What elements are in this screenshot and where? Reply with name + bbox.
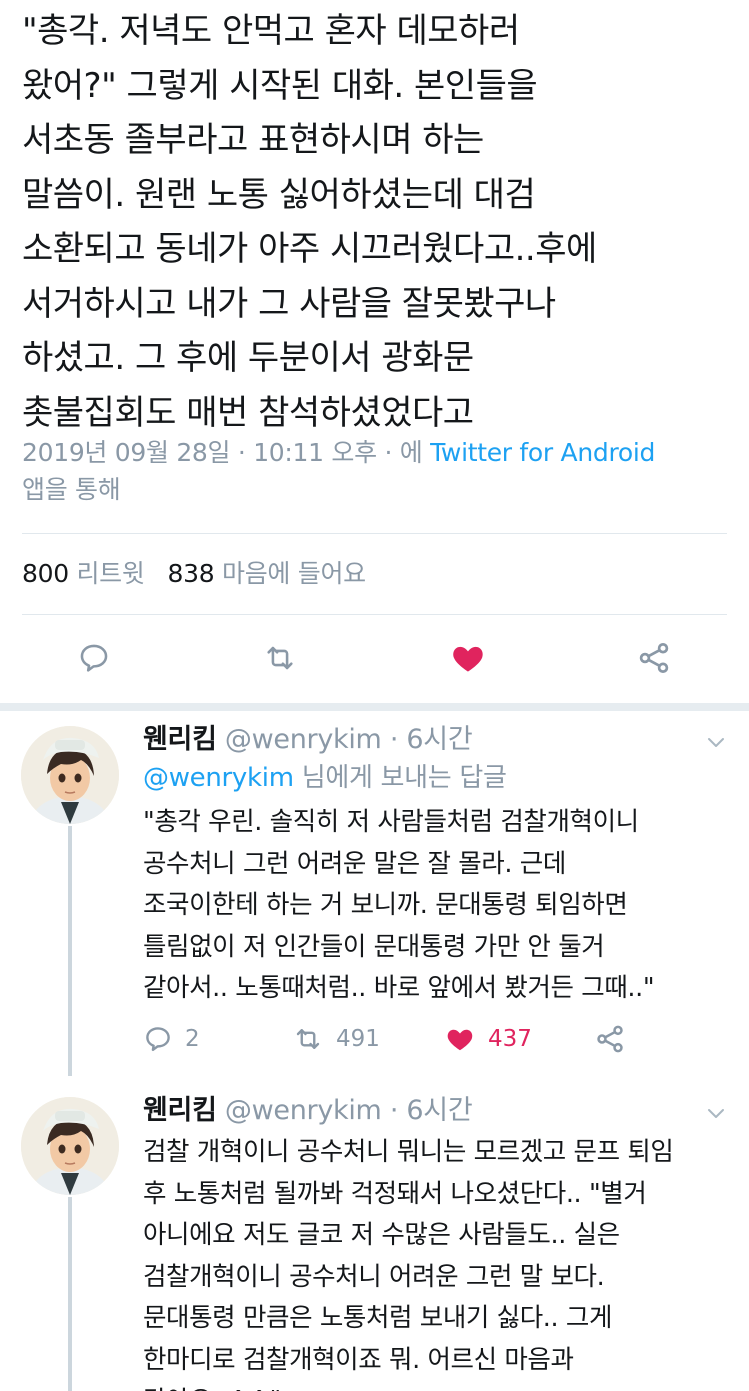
share-button[interactable]: [634, 636, 674, 680]
reply-button[interactable]: 2: [143, 1019, 200, 1059]
avatar-image: [21, 1097, 119, 1195]
tweet-text: "총각. 저녁도 안먹고 혼자 데모하러 왔어?" 그렇게 시작된 대화. 본인…: [22, 11, 597, 433]
heart-icon: [447, 1029, 473, 1051]
reply-text: "총각 우린. 솔직히 저 사람들처럼 검찰개혁이니 공수처니 그런 어려운 말…: [143, 807, 655, 1003]
divider: [22, 533, 727, 534]
chevron-down-icon[interactable]: [704, 730, 728, 754]
reply-time: · 6시간: [381, 724, 473, 755]
reply-to-handle[interactable]: @wenrykim: [143, 763, 294, 793]
user-handle[interactable]: @wenrykim: [225, 1095, 382, 1126]
share-icon: [639, 643, 669, 673]
display-name[interactable]: 웬리킴: [143, 1095, 217, 1126]
reply-to-suffix: 님에게 보내는 답글: [293, 763, 507, 793]
avatar[interactable]: [21, 1097, 119, 1195]
retweet-button[interactable]: 491: [292, 1019, 380, 1059]
like-count: 437: [488, 1026, 532, 1052]
tweet-source-link[interactable]: Twitter for Android: [430, 438, 655, 467]
like-button[interactable]: 437: [444, 1019, 532, 1059]
user-handle[interactable]: @wenrykim: [225, 724, 382, 755]
retweet-label[interactable]: 리트윗: [76, 559, 144, 588]
meta-separator: ·: [230, 438, 254, 467]
reply-icon: [146, 1027, 170, 1052]
tweet-time: 10:11 오후: [253, 438, 377, 467]
like-button[interactable]: [448, 636, 488, 680]
retweet-count[interactable]: 800: [22, 559, 69, 588]
reply-text: 검찰 개혁이니 공수처니 뭐니는 모르겠고 문프 퇴임 후 노통처럼 될까봐 걱…: [143, 1137, 674, 1391]
retweet-icon: [267, 646, 293, 670]
reply-count: 2: [185, 1026, 200, 1052]
retweet-button[interactable]: [260, 636, 300, 680]
reply-icon: [80, 644, 108, 672]
reply-to-line: @wenrykim 님에게 보내는 답글: [143, 760, 507, 796]
reply-button[interactable]: [74, 636, 114, 680]
section-separator: [0, 703, 749, 711]
divider: [22, 614, 727, 615]
chevron-down-icon[interactable]: [704, 1101, 728, 1125]
tweet-date: 2019년 09월 28일: [22, 438, 231, 467]
tweet-action-bar: [0, 636, 749, 684]
like-count[interactable]: 838: [168, 559, 215, 588]
like-label[interactable]: 마음에 들어요: [222, 559, 366, 588]
share-button[interactable]: [594, 1019, 638, 1059]
retweet-icon: [296, 1029, 320, 1049]
display-name[interactable]: 웬리킴: [143, 724, 217, 755]
reply-header: 웬리킴 @wenrykim · 6시간: [143, 722, 473, 758]
heart-icon: [453, 646, 483, 672]
avatar-image: [21, 726, 119, 824]
share-icon: [597, 1025, 623, 1053]
reply-header: 웬리킴 @wenrykim · 6시간: [143, 1093, 473, 1129]
thread-line: [68, 1197, 72, 1391]
reply-time: · 6시간: [381, 1095, 473, 1126]
meta-separator: · 에: [376, 438, 431, 467]
tweet-source-suffix: 앱을 통해: [22, 475, 121, 504]
tweet-stats: 800 리트윗 838 마음에 들어요: [22, 557, 366, 591]
tweet-metadata: 2019년 09월 28일 · 10:11 오후 · 에 Twitter for…: [22, 434, 722, 508]
avatar[interactable]: [21, 726, 119, 824]
retweet-count: 491: [336, 1026, 380, 1052]
reply-action-bar: 2 491 437: [0, 1019, 749, 1059]
